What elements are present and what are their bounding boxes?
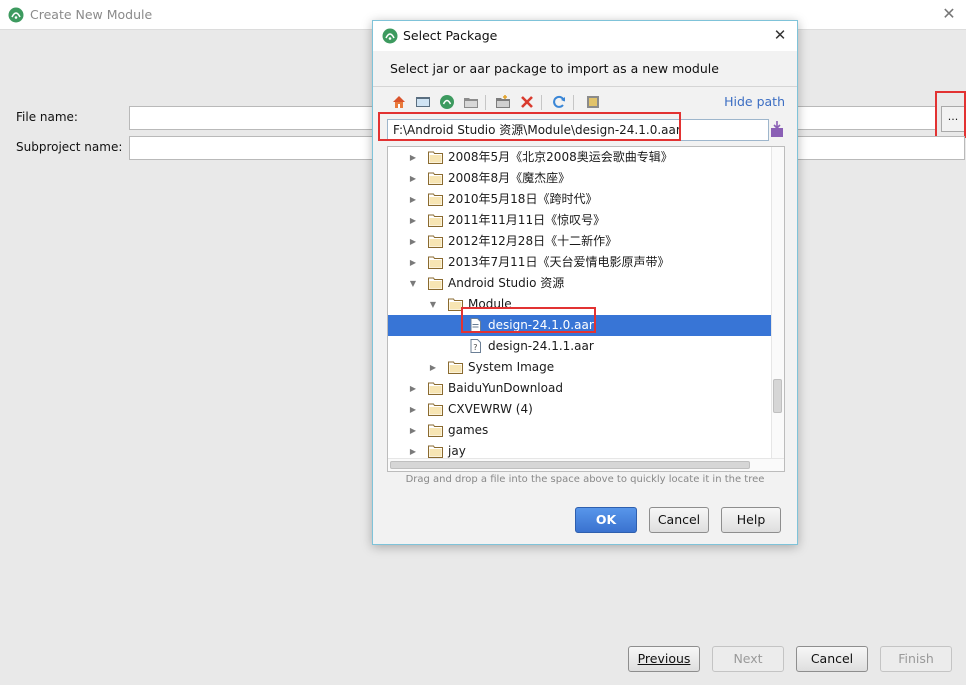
folder-icon xyxy=(428,255,443,269)
tree-collapsed-arrow-icon[interactable]: ▶ xyxy=(408,252,418,273)
browse-button[interactable]: ... xyxy=(941,106,965,132)
folder-icon xyxy=(428,444,443,458)
folder-icon xyxy=(428,276,443,290)
desktop-icon[interactable] xyxy=(415,94,431,110)
folder-icon xyxy=(428,150,443,164)
drag-drop-hint: Drag and drop a file into the space abov… xyxy=(405,474,765,485)
window-cancel-button[interactable]: Cancel xyxy=(796,646,868,672)
tree-row[interactable]: ▶ 2008年8月《魔杰座》 xyxy=(388,168,772,189)
tree-collapsed-arrow-icon[interactable]: ▶ xyxy=(408,210,418,231)
tree-row-label: 2008年5月《北京2008奥运会歌曲专辑》 xyxy=(448,150,673,164)
tree-expanded-arrow-icon[interactable]: ▼ xyxy=(428,294,438,315)
android-studio-icon xyxy=(8,7,24,23)
tree-collapsed-arrow-icon[interactable]: ▶ xyxy=(408,399,418,420)
window-close-icon[interactable]: ✕ xyxy=(940,5,958,23)
tree-row[interactable]: ▶ 2013年7月11日《天台爱情电影原声带》 xyxy=(388,252,772,273)
tree-row[interactable]: ▶ 2010年5月18日《跨时代》 xyxy=(388,189,772,210)
toolbar-separator xyxy=(541,95,542,110)
tree-vertical-scroll-thumb[interactable] xyxy=(773,379,782,413)
android-studio-icon xyxy=(382,28,398,44)
tree-collapsed-arrow-icon[interactable]: ▶ xyxy=(408,189,418,210)
show-hidden-icon[interactable] xyxy=(585,94,601,110)
tree-row[interactable]: ▼ Android Studio 资源 xyxy=(388,273,772,294)
divider xyxy=(373,86,797,87)
folder-icon xyxy=(428,171,443,185)
next-button[interactable]: Next xyxy=(712,646,784,672)
folder-icon xyxy=(428,234,443,248)
tree-row-label: CXVEWRW (4) xyxy=(448,402,533,416)
folder-icon xyxy=(428,381,443,395)
svg-text:?: ? xyxy=(473,343,477,352)
help-button[interactable]: Help xyxy=(721,507,781,533)
folder-icon xyxy=(428,402,443,416)
tree-row[interactable]: ▶ games xyxy=(388,420,772,441)
refresh-icon[interactable] xyxy=(551,94,567,110)
folder-icon xyxy=(428,213,443,227)
tree-row-label: design-24.1.1.aar xyxy=(488,339,594,353)
dialog-close-icon[interactable]: ✕ xyxy=(771,26,789,44)
dialog-cancel-button[interactable]: Cancel xyxy=(649,507,709,533)
folder-icon xyxy=(428,423,443,437)
tree-horizontal-scrollbar[interactable] xyxy=(388,458,784,471)
tree-row-label: 2012年12月28日《十二新作》 xyxy=(448,234,618,248)
tree-row-label: System Image xyxy=(468,360,555,374)
folder-icon xyxy=(428,192,443,206)
tree-collapsed-arrow-icon[interactable]: ▶ xyxy=(408,378,418,399)
tree-row-label: BaiduYunDownload xyxy=(448,381,563,395)
tree-row-label: design-24.1.0.aar xyxy=(488,318,594,332)
tree-collapsed-arrow-icon[interactable]: ▶ xyxy=(408,231,418,252)
tree-row[interactable]: ▶ 2008年5月《北京2008奥运会歌曲专辑》 xyxy=(388,147,772,168)
file-name-label: File name: xyxy=(16,110,78,124)
subproject-name-label: Subproject name: xyxy=(16,140,123,154)
toolbar-separator xyxy=(485,95,486,110)
new-folder-icon[interactable] xyxy=(495,94,511,110)
dialog-title: Select Package xyxy=(403,28,498,43)
android-project-icon[interactable] xyxy=(439,94,455,110)
ok-button[interactable]: OK xyxy=(575,507,637,533)
tree-collapsed-arrow-icon[interactable]: ▶ xyxy=(428,357,438,378)
tree-collapsed-arrow-icon[interactable]: ▶ xyxy=(408,420,418,441)
unknown-file-icon: ? xyxy=(468,339,483,353)
tree-row[interactable]: ▼ Module xyxy=(388,294,772,315)
file-tree[interactable]: ▶ jay ▶ games ▶ CXVEWRW (4) ▶ BaiduYunDownload ▶… xyxy=(387,146,785,472)
tree-row[interactable]: ▶ System Image xyxy=(388,357,772,378)
tree-row-label: Android Studio 资源 xyxy=(448,276,565,290)
tree-row-label: Module xyxy=(468,297,512,311)
tree-row-label: 2008年8月《魔杰座》 xyxy=(448,171,571,185)
toolbar-separator xyxy=(573,95,574,110)
tree-row[interactable]: ▶ CXVEWRW (4) xyxy=(388,399,772,420)
tree-vertical-scrollbar[interactable] xyxy=(771,147,784,459)
tree-row[interactable]: design-24.1.0.aar xyxy=(388,315,772,336)
home-icon[interactable] xyxy=(391,94,407,110)
folder-icon xyxy=(448,297,463,311)
window-title: Create New Module xyxy=(30,7,153,22)
folder-icon xyxy=(448,360,463,374)
tree-row-label: 2010年5月18日《跨时代》 xyxy=(448,192,598,206)
tree-row-label: games xyxy=(448,423,489,437)
tree-row-label: 2011年11月11日《惊叹号》 xyxy=(448,213,606,227)
tree-row[interactable]: ▶ 2011年11月11日《惊叹号》 xyxy=(388,210,772,231)
tree-row[interactable]: ▶ BaiduYunDownload xyxy=(388,378,772,399)
delete-icon[interactable] xyxy=(519,94,535,110)
tree-collapsed-arrow-icon[interactable]: ▶ xyxy=(408,147,418,168)
tree-expanded-arrow-icon[interactable]: ▼ xyxy=(408,273,418,294)
hide-path-link[interactable]: Hide path xyxy=(724,94,785,109)
dialog-titlebar: Select Package ✕ xyxy=(373,21,797,51)
tree-row[interactable]: ▶ 2012年12月28日《十二新作》 xyxy=(388,231,772,252)
select-package-dialog: Select Package ✕ Select jar or aar packa… xyxy=(372,20,798,545)
finish-button[interactable]: Finish xyxy=(880,646,952,672)
tree-collapsed-arrow-icon[interactable]: ▶ xyxy=(408,168,418,189)
previous-button[interactable]: Previous xyxy=(628,646,700,672)
tree-row[interactable]: ? design-24.1.1.aar xyxy=(388,336,772,357)
tree-row-label: 2013年7月11日《天台爱情电影原声带》 xyxy=(448,255,670,269)
path-history-icon[interactable] xyxy=(770,120,784,138)
aar-file-icon xyxy=(468,318,483,332)
dialog-description: Select jar or aar package to import as a… xyxy=(390,61,719,76)
path-input[interactable]: F:\Android Studio 资源\Module\design-24.1.… xyxy=(387,119,769,141)
module-folder-icon[interactable] xyxy=(463,94,479,110)
tree-horizontal-scroll-thumb[interactable] xyxy=(390,461,750,469)
